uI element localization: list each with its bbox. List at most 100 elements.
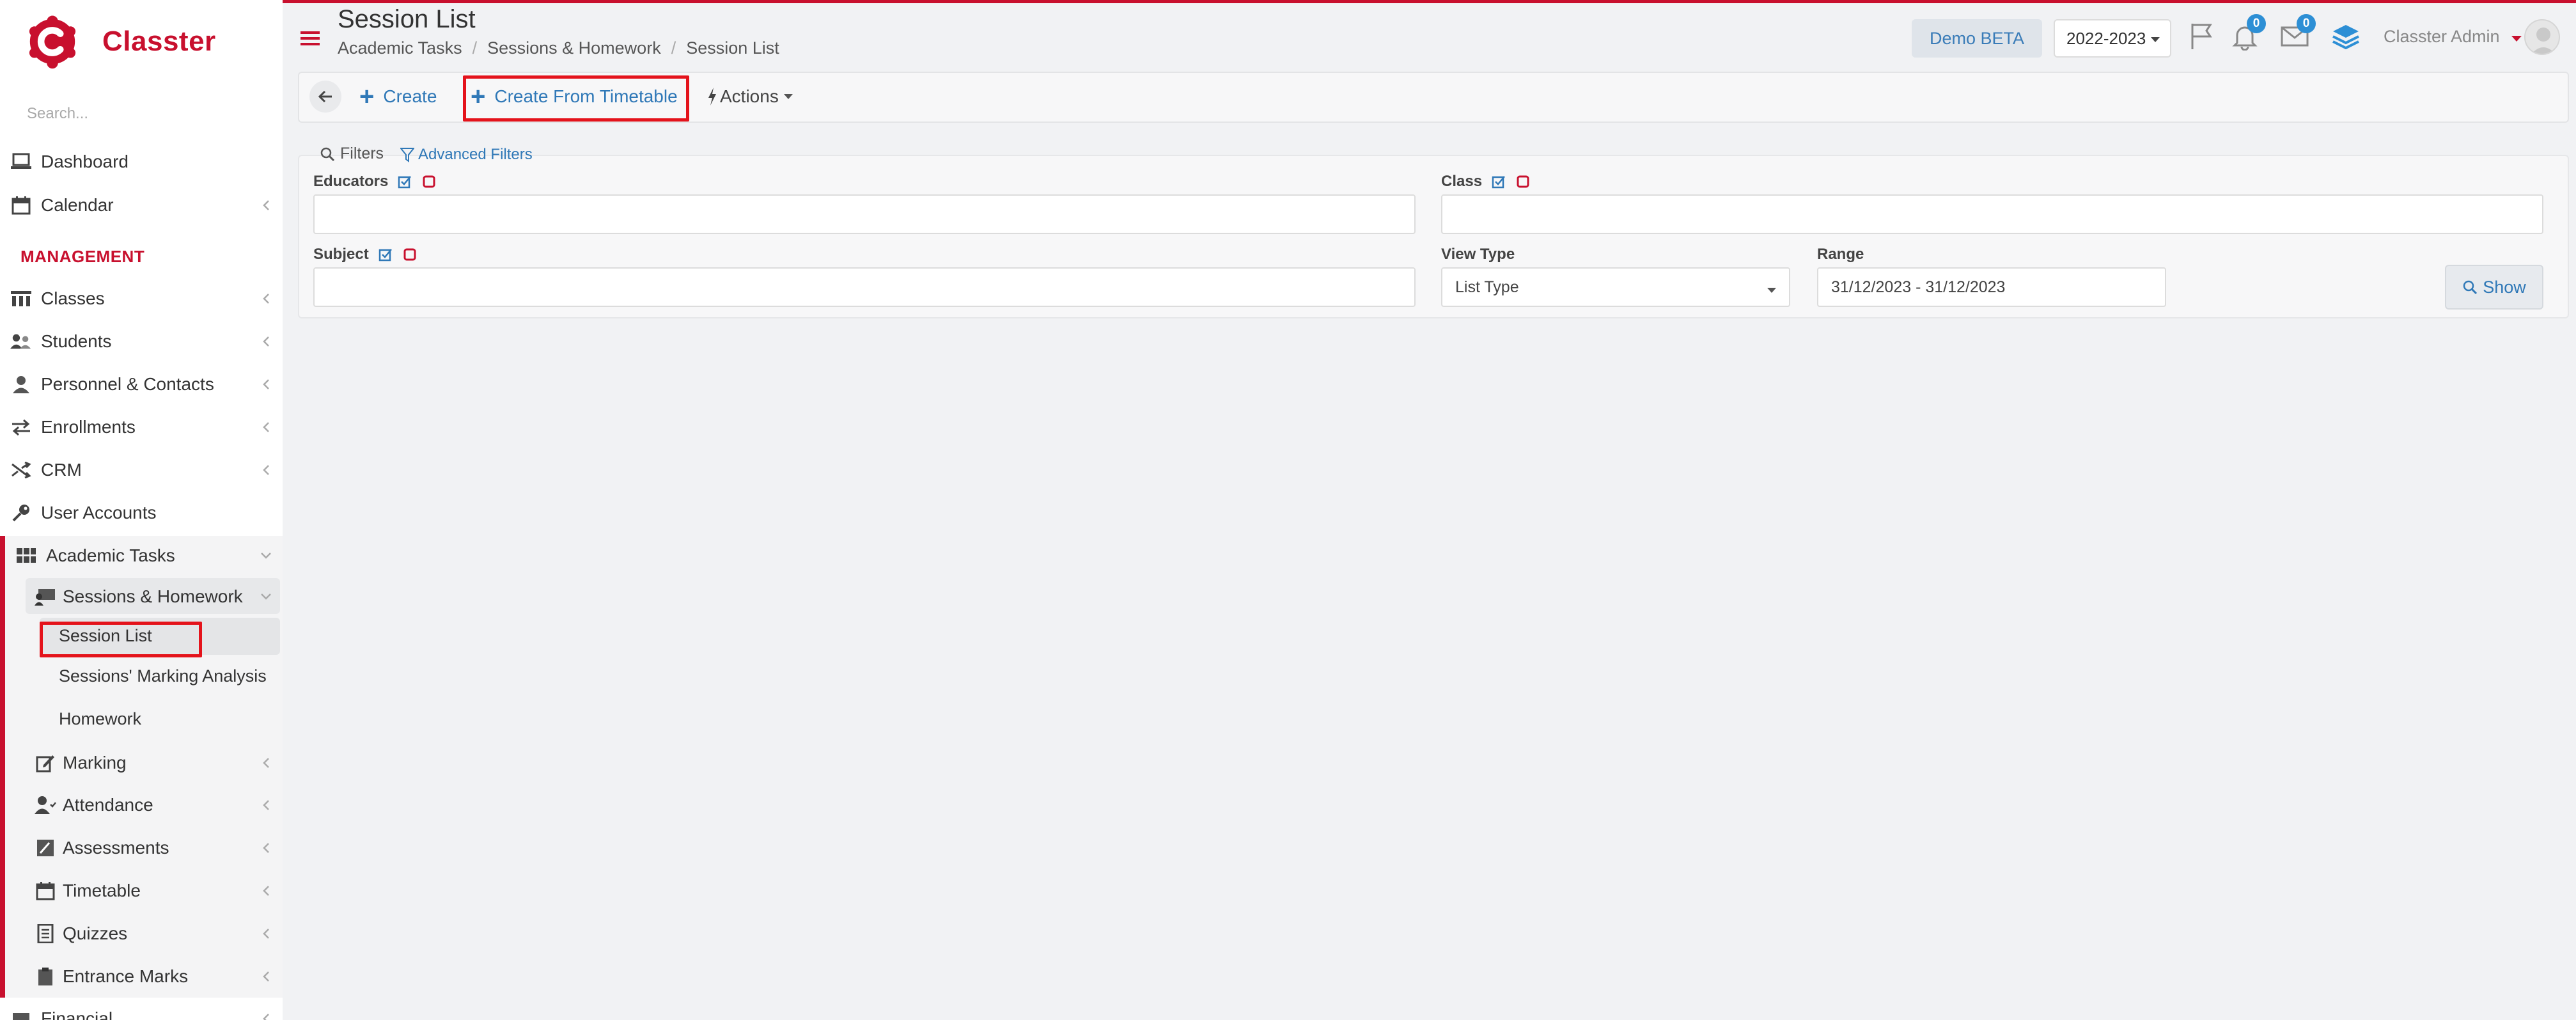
sidebar-item-label: Entrance Marks bbox=[63, 966, 189, 986]
sidebar-item-attendance[interactable]: Attendance bbox=[26, 785, 280, 825]
sidebar-item-label: CRM bbox=[41, 460, 82, 480]
filters-tab[interactable]: Filters bbox=[320, 145, 384, 163]
sidebar-item-label: Timetable bbox=[63, 881, 141, 900]
sidebar-item-label: Personnel & Contacts bbox=[41, 374, 214, 394]
shuffle-icon bbox=[10, 459, 32, 481]
students-icon bbox=[10, 331, 32, 352]
sidebar-item-user-accounts[interactable]: User Accounts bbox=[0, 493, 283, 533]
swap-arrows-icon bbox=[10, 416, 32, 438]
flag-icon[interactable] bbox=[2185, 20, 2217, 52]
demo-beta-button[interactable]: Demo BETA bbox=[1912, 19, 2042, 58]
sidebar-item-calendar[interactable]: Calendar bbox=[0, 185, 283, 225]
sidebar-item-quizzes[interactable]: Quizzes bbox=[26, 914, 280, 953]
sidebar-item-label: User Accounts bbox=[41, 503, 157, 522]
search-icon bbox=[2463, 280, 2478, 295]
view-type-label: View Type bbox=[1441, 246, 1515, 263]
caret-down-icon bbox=[1767, 288, 1776, 293]
sidebar-item-label: Classes bbox=[41, 288, 105, 308]
breadcrumb-item-current: Session List bbox=[686, 38, 779, 58]
sidebar-item-label: Assessments bbox=[63, 838, 169, 858]
notifications-bell-icon[interactable]: 0 bbox=[2229, 14, 2266, 52]
attendance-icon bbox=[35, 794, 56, 816]
sidebar-item-personnel[interactable]: Personnel & Contacts bbox=[0, 365, 283, 404]
sidebar: Classter Dashboard Calendar MANAGEMENT C… bbox=[0, 0, 283, 1020]
sidebar-item-dashboard[interactable]: Dashboard bbox=[0, 142, 283, 182]
clear-selection-icon[interactable] bbox=[402, 247, 418, 262]
assessment-icon bbox=[35, 837, 56, 859]
sidebar-item-academic-tasks[interactable]: Academic Tasks bbox=[5, 536, 283, 576]
lightning-icon bbox=[708, 88, 716, 106]
sidebar-item-timetable[interactable]: Timetable bbox=[26, 871, 280, 911]
create-button[interactable]: + Create bbox=[359, 81, 437, 113]
chevron-down-icon bbox=[260, 590, 272, 603]
messages-envelope-icon[interactable]: 0 bbox=[2279, 14, 2316, 52]
sidebar-item-assessments[interactable]: Assessments bbox=[26, 828, 280, 868]
edit-icon bbox=[35, 752, 56, 774]
caret-down-icon bbox=[2151, 37, 2160, 42]
sidebar-item-label: Dashboard bbox=[41, 152, 129, 171]
notifications-badge: 0 bbox=[2247, 14, 2266, 33]
avatar[interactable] bbox=[2524, 19, 2560, 55]
view-type-select[interactable]: List Type bbox=[1441, 267, 1790, 307]
chevron-left-icon bbox=[260, 842, 272, 854]
breadcrumb: Academic Tasks / Sessions & Homework / S… bbox=[338, 38, 779, 58]
sidebar-item-crm[interactable]: CRM bbox=[0, 450, 283, 490]
date-range-input[interactable]: 31/12/2023 - 31/12/2023 bbox=[1817, 267, 2166, 307]
sidebar-link-marking-analysis[interactable]: Sessions' Marking Analysis bbox=[59, 666, 267, 686]
class-filter-label: Class bbox=[1441, 173, 1531, 191]
academic-year-select[interactable]: 2022-2023 bbox=[2054, 19, 2171, 58]
sidebar-item-label: Enrollments bbox=[41, 417, 136, 437]
sidebar-item-label: Academic Tasks bbox=[46, 545, 175, 565]
select-all-check-icon[interactable] bbox=[378, 247, 393, 262]
breadcrumb-separator: / bbox=[472, 38, 478, 58]
actions-label: Actions bbox=[720, 86, 779, 106]
chevron-left-icon bbox=[260, 335, 272, 348]
sidebar-item-label: Financial bbox=[41, 1008, 113, 1020]
chevron-left-icon bbox=[260, 464, 272, 476]
chevron-left-icon bbox=[260, 421, 272, 434]
subject-filter-label: Subject bbox=[313, 246, 418, 263]
layers-icon[interactable] bbox=[2330, 20, 2362, 52]
chevron-left-icon bbox=[260, 757, 272, 769]
show-button[interactable]: Show bbox=[2445, 265, 2543, 310]
user-menu-caret-icon[interactable] bbox=[2511, 36, 2522, 42]
back-button[interactable] bbox=[309, 81, 341, 113]
sidebar-link-homework[interactable]: Homework bbox=[59, 709, 141, 729]
sidebar-item-financial[interactable]: Financial bbox=[0, 999, 283, 1020]
sidebar-item-students[interactable]: Students bbox=[0, 322, 283, 361]
sidebar-item-label: Marking bbox=[63, 753, 127, 773]
educators-filter-label: Educators bbox=[313, 173, 437, 191]
educators-label-text: Educators bbox=[313, 173, 389, 190]
sidebar-item-label: Sessions & Homework bbox=[63, 586, 243, 606]
sidebar-item-enrollments[interactable]: Enrollments bbox=[0, 407, 283, 447]
hamburger-menu-icon[interactable] bbox=[301, 31, 320, 46]
messages-badge: 0 bbox=[2297, 14, 2316, 33]
user-name[interactable]: Classter Admin bbox=[2384, 27, 2500, 47]
calendar-icon bbox=[10, 194, 32, 216]
select-all-check-icon[interactable] bbox=[397, 174, 412, 189]
subject-multiselect[interactable] bbox=[313, 267, 1416, 307]
filters-tab-label: Filters bbox=[340, 145, 384, 162]
clear-selection-icon[interactable] bbox=[1515, 174, 1531, 189]
clear-selection-icon[interactable] bbox=[421, 174, 437, 189]
create-from-timetable-highlight-box bbox=[463, 75, 689, 122]
create-button-label: Create bbox=[383, 86, 437, 106]
sidebar-item-label: Students bbox=[41, 331, 112, 351]
sidebar-item-entrance-marks[interactable]: Entrance Marks bbox=[26, 957, 280, 996]
breadcrumb-item[interactable]: Sessions & Homework bbox=[487, 38, 661, 58]
sidebar-item-marking[interactable]: Marking bbox=[26, 743, 280, 783]
sidebar-item-classes[interactable]: Classes bbox=[0, 279, 283, 318]
educators-multiselect[interactable] bbox=[313, 194, 1416, 234]
presentation-icon bbox=[35, 586, 56, 608]
sidebar-search-input[interactable] bbox=[26, 96, 262, 132]
select-all-check-icon[interactable] bbox=[1491, 174, 1506, 189]
advanced-filters-link[interactable]: Advanced Filters bbox=[400, 146, 533, 164]
view-type-value: List Type bbox=[1455, 278, 1519, 296]
class-multiselect[interactable] bbox=[1441, 194, 2543, 234]
brand-logo[interactable]: Classter bbox=[24, 13, 216, 70]
sidebar-item-label: Attendance bbox=[63, 795, 153, 815]
sidebar-item-sessions-homework[interactable]: Sessions & Homework bbox=[26, 577, 280, 616]
actions-dropdown-button[interactable]: Actions bbox=[707, 81, 793, 113]
breadcrumb-item[interactable]: Academic Tasks bbox=[338, 38, 462, 58]
sidebar-item-label: Calendar bbox=[41, 195, 114, 215]
